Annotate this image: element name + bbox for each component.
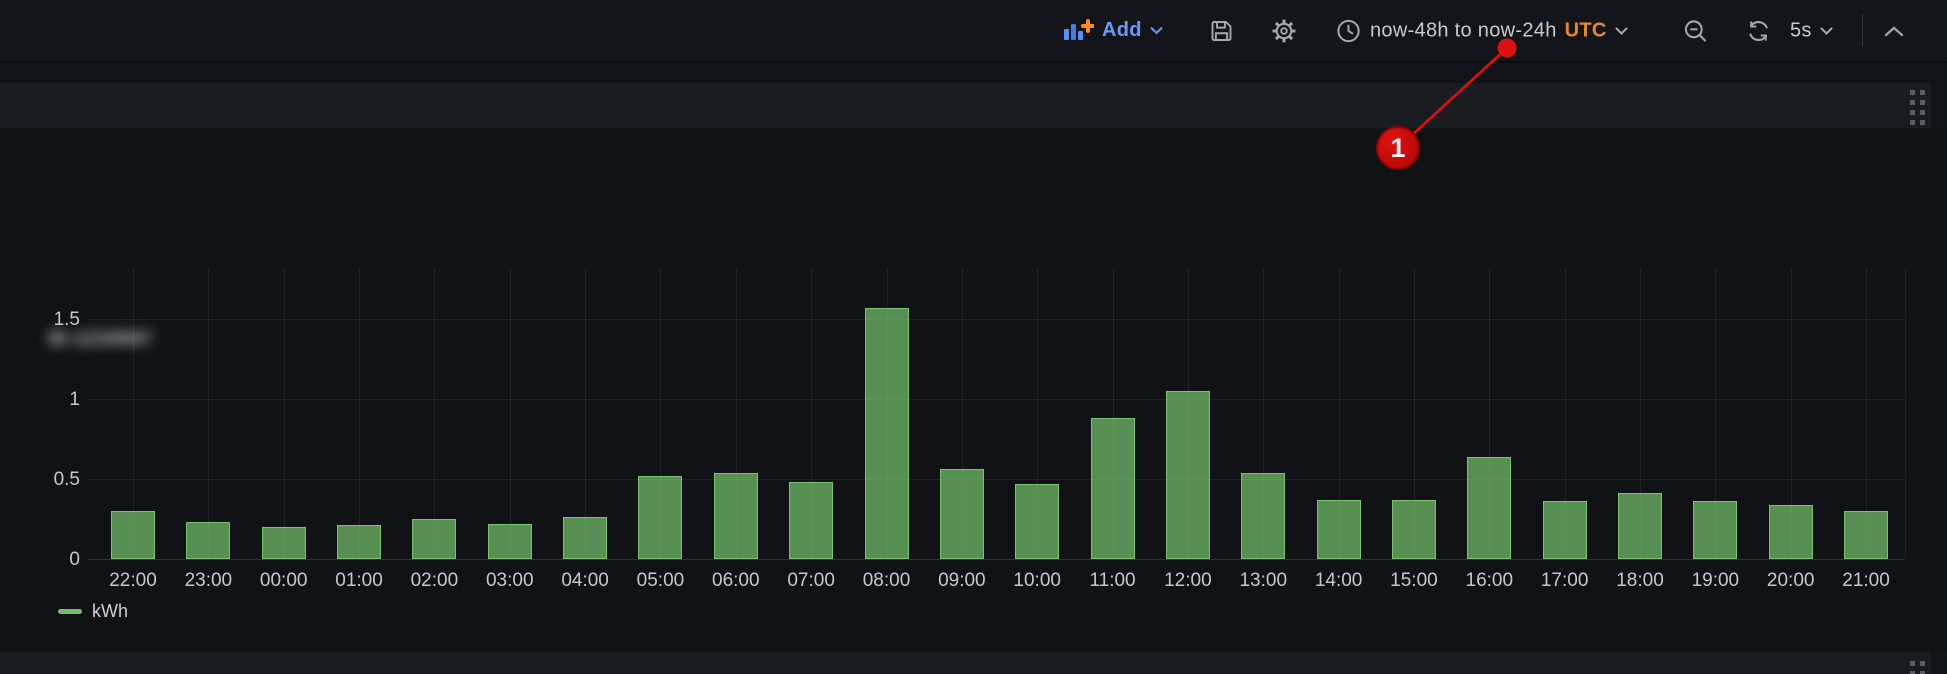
grafana-dashboard: Add <box>0 0 1947 674</box>
gridline-v <box>585 268 586 559</box>
legend-swatch <box>58 609 82 614</box>
bar-19:00 <box>1693 501 1737 559</box>
time-range-picker[interactable]: now-48h to now-24h UTC <box>1335 17 1628 44</box>
x-axis-line <box>88 559 1905 560</box>
dashboard-settings-button[interactable] <box>1270 17 1298 45</box>
y-tick-label: 1.5 <box>30 310 80 329</box>
gridline-h <box>88 399 1905 400</box>
bar-03:00 <box>488 524 532 559</box>
x-tick-label: 09:00 <box>922 570 1002 592</box>
bar-10:00 <box>1015 484 1059 559</box>
gridline-v <box>359 268 360 559</box>
x-tick-label: 14:00 <box>1299 570 1379 592</box>
x-tick-label: 21:00 <box>1826 570 1906 592</box>
gridline-h <box>88 479 1905 480</box>
bar-18:00 <box>1618 493 1662 559</box>
x-tick-label: 22:00 <box>93 570 173 592</box>
bar-11:00 <box>1091 418 1135 559</box>
bar-21:00 <box>1844 511 1888 559</box>
bar-16:00 <box>1467 457 1511 559</box>
x-tick-label: 19:00 <box>1675 570 1755 592</box>
chevron-down-icon <box>1615 26 1628 35</box>
x-tick-label: 06:00 <box>696 570 776 592</box>
x-tick-label: 20:00 <box>1751 570 1831 592</box>
bar-04:00 <box>563 517 607 559</box>
gridline-v <box>434 268 435 559</box>
gridline-v <box>284 268 285 559</box>
chevron-down-icon <box>1150 26 1163 35</box>
x-tick-label: 12:00 <box>1148 570 1228 592</box>
magnifier-minus-icon <box>1682 17 1709 44</box>
save-icon <box>1208 17 1235 44</box>
time-range-label: now-48h to now-24h <box>1370 19 1557 42</box>
y-tick-label: 0.5 <box>30 470 80 489</box>
annotation-badge-1: 1 <box>1376 126 1420 170</box>
refresh-button[interactable] <box>1745 17 1772 44</box>
bar-22:00 <box>111 511 155 559</box>
graph-bar-plus-icon <box>1062 19 1094 43</box>
save-dashboard-button[interactable] <box>1208 17 1235 44</box>
y-tick-label: 0 <box>30 550 80 569</box>
bar-17:00 <box>1543 501 1587 559</box>
bar-05:00 <box>638 476 682 559</box>
gear-icon <box>1270 17 1298 45</box>
legend-item-kwh[interactable]: kWh <box>58 601 128 622</box>
legend-label: kWh <box>92 601 128 622</box>
x-tick-label: 02:00 <box>394 570 474 592</box>
bar-12:00 <box>1166 391 1210 559</box>
bar-15:00 <box>1392 500 1436 559</box>
add-label: Add <box>1102 19 1142 42</box>
collapse-toolbar-button[interactable] <box>1884 25 1904 37</box>
chevron-down-icon <box>1820 26 1833 35</box>
toolbar-divider <box>1862 14 1863 46</box>
zoom-out-time-button[interactable] <box>1682 17 1709 44</box>
x-tick-label: 11:00 <box>1073 570 1153 592</box>
x-tick-label: 10:00 <box>997 570 1077 592</box>
x-tick-label: 07:00 <box>771 570 851 592</box>
x-tick-label: 17:00 <box>1525 570 1605 592</box>
x-tick-label: 23:00 <box>168 570 248 592</box>
timezone-label: UTC <box>1565 19 1607 42</box>
x-tick-label: 15:00 <box>1374 570 1454 592</box>
bar-02:00 <box>412 519 456 559</box>
x-tick-label: 08:00 <box>847 570 927 592</box>
gridline-h <box>88 319 1905 320</box>
x-tick-label: 03:00 <box>470 570 550 592</box>
x-tick-label: 04:00 <box>545 570 625 592</box>
refresh-interval-label: 5s <box>1790 19 1812 42</box>
gridline-v <box>208 268 209 559</box>
bar-20:00 <box>1769 505 1813 559</box>
bar-00:00 <box>262 527 306 559</box>
bar-23:00 <box>186 522 230 559</box>
gridline-v <box>510 268 511 559</box>
clock-icon <box>1335 17 1362 44</box>
x-tick-label: 05:00 <box>620 570 700 592</box>
bar-13:00 <box>1241 473 1285 559</box>
x-tick-label: 13:00 <box>1223 570 1303 592</box>
bar-06:00 <box>714 473 758 559</box>
y-tick-label: 1 <box>30 390 80 409</box>
refresh-interval-dropdown[interactable]: 5s <box>1790 19 1833 42</box>
bar-09:00 <box>940 469 984 559</box>
x-tick-label: 18:00 <box>1600 570 1680 592</box>
x-tick-label: 16:00 <box>1449 570 1529 592</box>
bar-14:00 <box>1317 500 1361 559</box>
add-panel-button[interactable]: Add <box>1062 19 1163 43</box>
bar-07:00 <box>789 482 833 559</box>
bar-chart: 0 0.5 1 1.5 22:0023:0000:0001:0002:0003:0004… <box>0 0 1947 674</box>
bar-01:00 <box>337 525 381 559</box>
bar-08:00 <box>865 308 909 559</box>
x-tick-label: 01:00 <box>319 570 399 592</box>
chevron-up-icon <box>1884 25 1904 37</box>
dashboard-toolbar: Add <box>0 0 1947 63</box>
refresh-icon <box>1745 17 1772 44</box>
x-tick-label: 00:00 <box>244 570 324 592</box>
gridline-v <box>1905 268 1906 559</box>
